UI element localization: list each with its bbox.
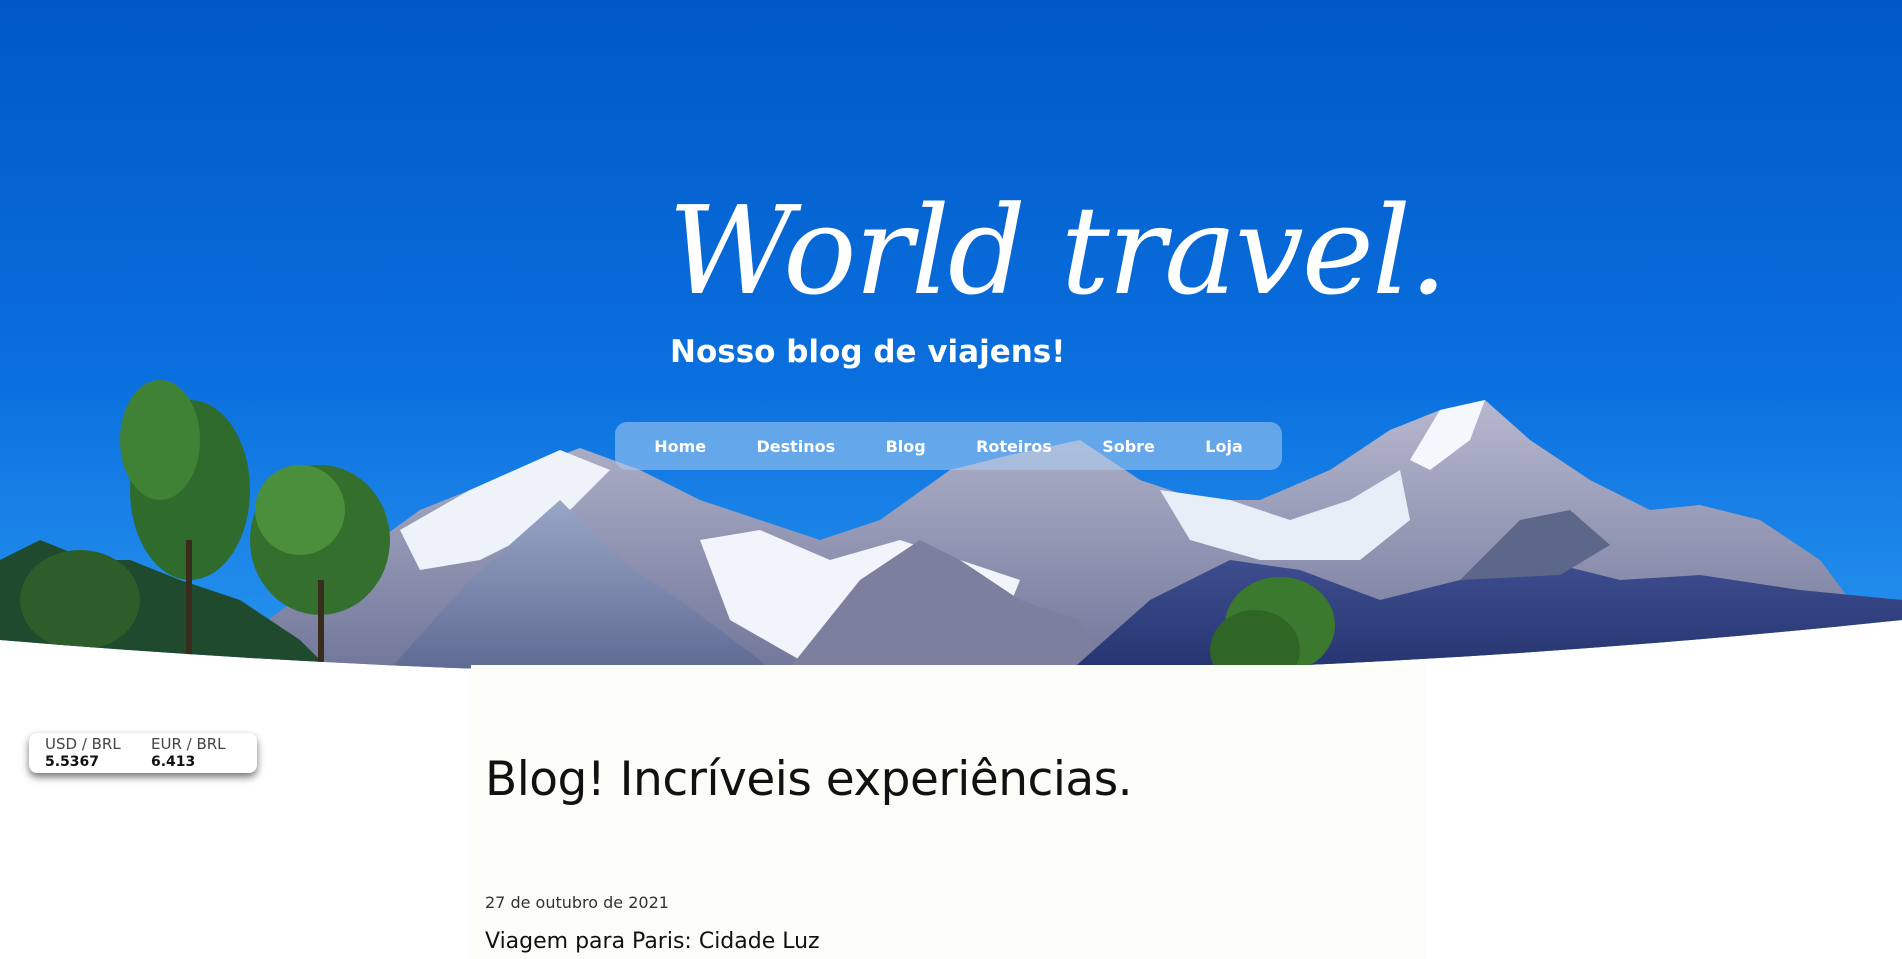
currency-eur: EUR / BRL 6.413 — [151, 735, 257, 773]
nav-item-home[interactable]: Home — [654, 437, 706, 456]
hero-banner: World travel. Nosso blog de viajens! Hom… — [0, 0, 1902, 680]
nav-item-roteiros[interactable]: Roteiros — [976, 437, 1052, 456]
content-panel — [471, 665, 1426, 959]
page: World travel. Nosso blog de viajens! Hom… — [0, 0, 1902, 959]
currency-pair-label: USD / BRL — [45, 735, 121, 753]
nav-item-sobre[interactable]: Sobre — [1102, 437, 1155, 456]
post-title-link[interactable]: Viagem para Paris: Cidade Luz — [485, 929, 820, 954]
nav-item-blog[interactable]: Blog — [886, 437, 926, 456]
blog-heading: Blog! Incríveis experiências. — [485, 752, 1133, 807]
nav-item-destinos[interactable]: Destinos — [756, 437, 835, 456]
site-subtitle: Nosso blog de viajens! — [670, 334, 1066, 370]
nav-item-loja[interactable]: Loja — [1205, 437, 1242, 456]
currency-widget: USD / BRL 5.5367 EUR / BRL 6.413 — [29, 733, 257, 773]
currency-pair-label: EUR / BRL — [151, 735, 226, 753]
post-date: 27 de outubro de 2021 — [485, 893, 669, 912]
currency-value: 5.5367 — [45, 754, 100, 770]
currency-value: 6.413 — [151, 754, 196, 770]
currency-usd: USD / BRL 5.5367 — [45, 735, 151, 773]
site-title: World travel. — [668, 180, 1448, 322]
main-nav: Home Destinos Blog Roteiros Sobre Loja — [615, 422, 1282, 470]
